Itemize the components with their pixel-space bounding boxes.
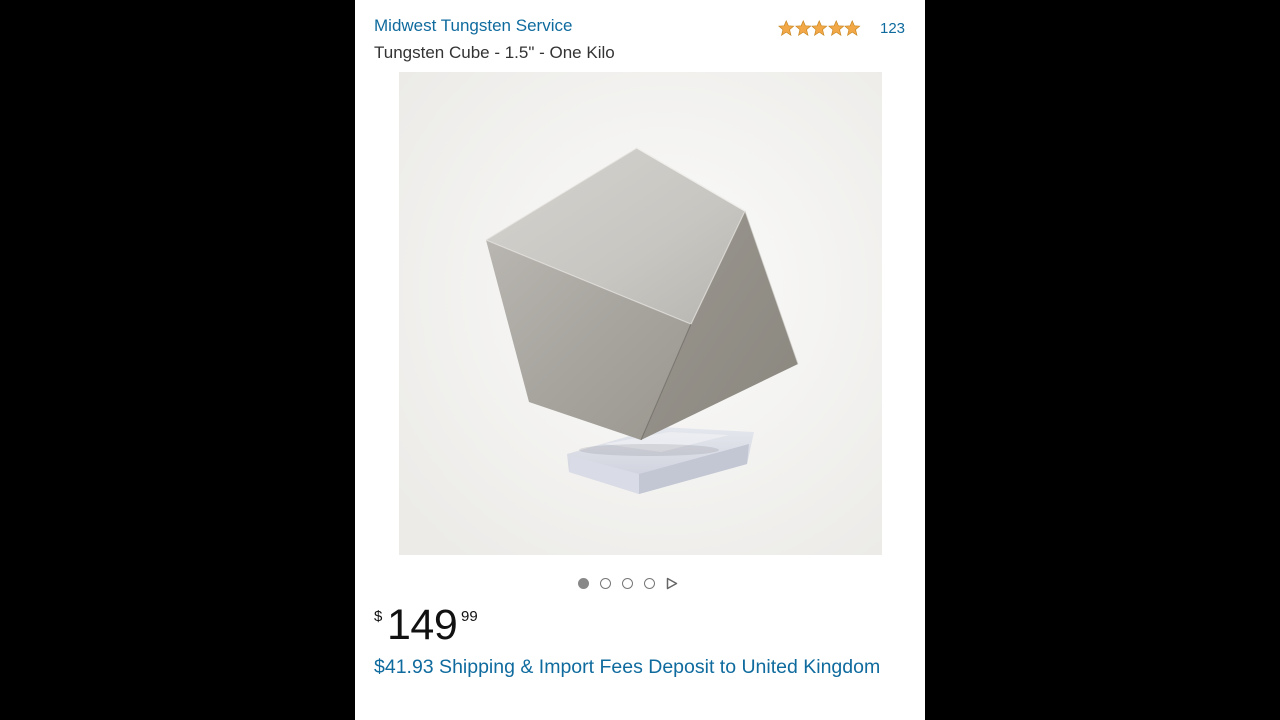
shipping-fees-link[interactable]: $41.93 Shipping & Import Fees Deposit to…	[374, 653, 894, 681]
star-icon	[827, 19, 844, 36]
image-carousel-dots	[578, 577, 678, 590]
seller-link[interactable]: Midwest Tungsten Service	[374, 16, 572, 36]
product-title[interactable]: Tungsten Cube - 1.5" - One Kilo	[374, 43, 615, 63]
video-frame: Midwest Tungsten Service 123 Tungsten Cu…	[0, 0, 1280, 720]
price-currency-symbol: $	[374, 608, 383, 625]
product-card: Midwest Tungsten Service 123 Tungsten Cu…	[355, 0, 925, 720]
carousel-dot-1[interactable]	[578, 578, 589, 589]
carousel-dot-2[interactable]	[600, 578, 611, 589]
star-icon	[844, 19, 861, 36]
star-rating[interactable]	[778, 18, 861, 38]
star-icon	[794, 19, 811, 36]
play-triangle-icon[interactable]	[666, 577, 678, 590]
carousel-dot-3[interactable]	[622, 578, 633, 589]
price-fraction: 99	[461, 608, 478, 625]
product-image[interactable]	[399, 72, 882, 555]
review-count-link[interactable]: 123	[880, 20, 905, 37]
star-icon	[811, 19, 828, 36]
stars-row	[778, 19, 861, 37]
tungsten-cube-image	[399, 72, 882, 555]
price-whole: 149	[387, 601, 458, 649]
star-icon	[778, 19, 795, 36]
carousel-dot-4[interactable]	[644, 578, 655, 589]
